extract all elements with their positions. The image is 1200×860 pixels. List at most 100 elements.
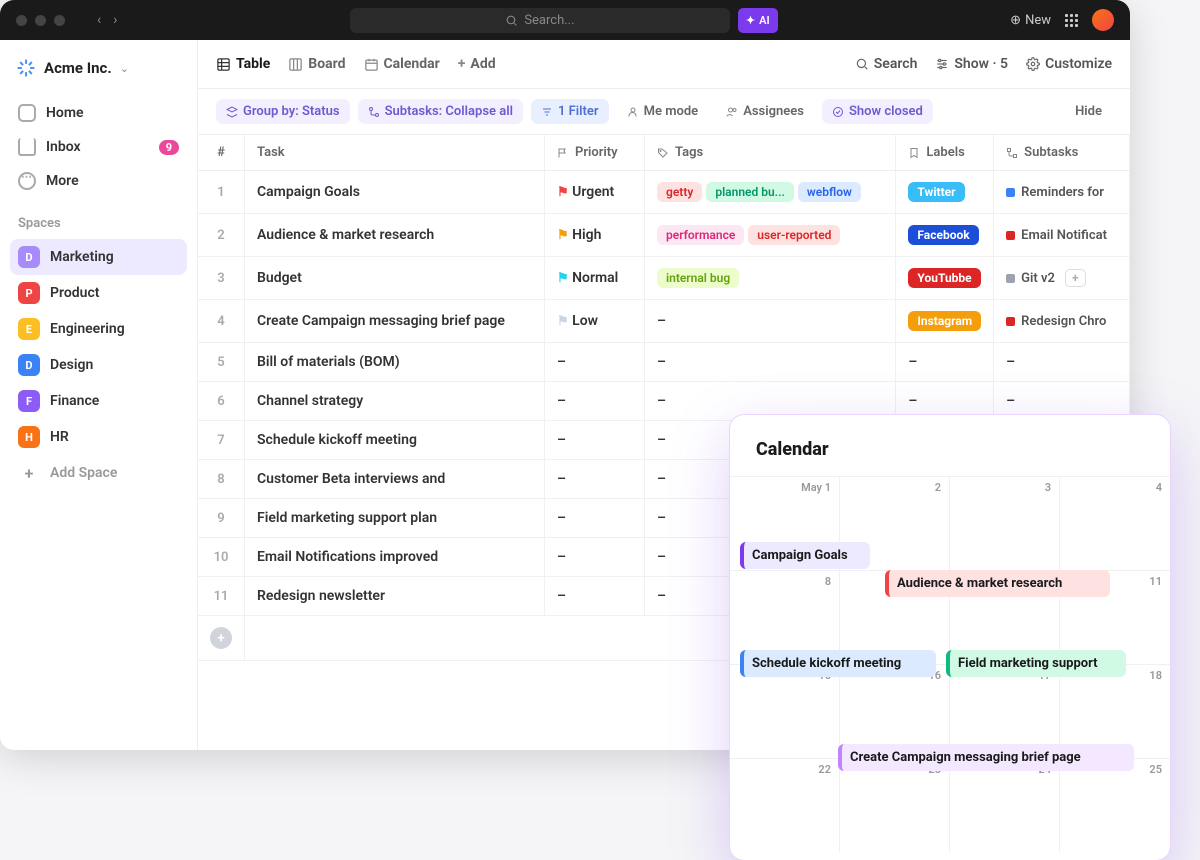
priority-cell[interactable]: ⚑ High <box>545 214 645 257</box>
label-pill[interactable]: Facebook <box>908 225 978 245</box>
calendar-event[interactable]: Audience & market research <box>885 570 1110 597</box>
task-name[interactable]: Customer Beta interviews and <box>245 460 545 499</box>
subtask-entry[interactable]: Email Notificat <box>1006 228 1117 243</box>
forward-button[interactable]: › <box>113 12 117 28</box>
calendar-cell[interactable]: 25 <box>1060 758 1170 852</box>
add-view-button[interactable]: + Add <box>458 52 496 76</box>
calendar-cell[interactable]: 22 <box>730 758 840 852</box>
tag-pill[interactable]: internal bug <box>657 268 739 288</box>
apps-grid-icon[interactable] <box>1065 14 1078 27</box>
toolbar-search[interactable]: Search <box>855 56 918 72</box>
filter-hide[interactable]: Hide <box>1065 99 1112 124</box>
calendar-event[interactable]: Create Campaign messaging brief page <box>838 744 1134 771</box>
space-item-engineering[interactable]: EEngineering <box>10 311 187 347</box>
subtasks-cell[interactable]: Redesign Chro <box>994 300 1130 343</box>
priority-cell[interactable]: ⚑ Normal <box>545 257 645 300</box>
filter-count[interactable]: 1 Filter <box>531 99 609 124</box>
task-row[interactable]: 3 Budget ⚑ Normal internal bug YouTubbe … <box>198 257 1130 300</box>
subtask-entry[interactable]: Reminders for <box>1006 185 1117 200</box>
col-task[interactable]: Task <box>245 135 545 171</box>
minimize-dot[interactable] <box>35 15 46 26</box>
view-tab-table[interactable]: Table <box>216 52 270 76</box>
ai-button[interactable]: ✦ AI <box>738 8 778 33</box>
task-name[interactable]: Bill of materials (BOM) <box>245 343 545 382</box>
calendar-event[interactable]: Schedule kickoff meeting <box>740 650 936 677</box>
subtask-entry[interactable]: Redesign Chro <box>1006 314 1117 329</box>
tag-pill[interactable]: webflow <box>798 182 861 202</box>
task-name[interactable]: Email Notifications improved <box>245 538 545 577</box>
tags-cell[interactable]: performanceuser-reported <box>645 214 896 257</box>
priority-cell[interactable]: – <box>545 382 645 421</box>
calendar-cell[interactable]: 4 <box>1060 476 1170 570</box>
new-button[interactable]: ⊕ New <box>1010 13 1051 28</box>
space-item-marketing[interactable]: DMarketing <box>10 239 187 275</box>
priority-cell[interactable]: – <box>545 421 645 460</box>
label-pill[interactable]: Twitter <box>908 182 964 202</box>
calendar-event[interactable]: Campaign Goals <box>740 542 870 569</box>
space-item-product[interactable]: PProduct <box>10 275 187 311</box>
subtasks-cell[interactable]: Git v2+ <box>994 257 1130 300</box>
tag-pill[interactable]: planned bu... <box>706 182 794 202</box>
subtasks-cell[interactable]: Reminders for <box>994 171 1130 214</box>
tags-cell[interactable]: internal bug <box>645 257 896 300</box>
col-labels[interactable]: Labels <box>896 135 994 171</box>
col-subtasks[interactable]: Subtasks <box>994 135 1130 171</box>
add-task-button[interactable]: + <box>210 627 232 649</box>
back-button[interactable]: ‹ <box>97 12 101 28</box>
toolbar-show[interactable]: Show · 5 <box>935 56 1008 72</box>
avatar[interactable] <box>1092 9 1114 31</box>
labels-cell[interactable]: Facebook <box>896 214 994 257</box>
task-name[interactable]: Field marketing support plan <box>245 499 545 538</box>
subtasks-cell[interactable]: Email Notificat <box>994 214 1130 257</box>
labels-cell[interactable]: Twitter <box>896 171 994 214</box>
priority-cell[interactable]: – <box>545 499 645 538</box>
nav-inbox[interactable]: Inbox 9 <box>10 130 187 164</box>
subtask-entry[interactable]: Git v2+ <box>1006 269 1117 287</box>
view-tab-board[interactable]: Board <box>288 52 345 76</box>
tags-cell[interactable]: – <box>645 300 896 343</box>
filter-me-mode[interactable]: Me mode <box>617 99 709 124</box>
col-num[interactable]: # <box>198 135 245 171</box>
calendar-cell[interactable]: 24 <box>950 758 1060 852</box>
nav-more[interactable]: More <box>10 164 187 198</box>
labels-cell[interactable]: YouTubbe <box>896 257 994 300</box>
space-item-hr[interactable]: HHR <box>10 419 187 455</box>
tags-cell[interactable]: gettyplanned bu...webflow <box>645 171 896 214</box>
priority-cell[interactable]: – <box>545 577 645 616</box>
task-name[interactable]: Audience & market research <box>245 214 545 257</box>
filter-group-by[interactable]: Group by: Status <box>216 99 350 124</box>
workspace-switcher[interactable]: Acme Inc. ⌄ <box>10 54 187 82</box>
toolbar-customize[interactable]: Customize <box>1026 56 1112 72</box>
close-dot[interactable] <box>16 15 27 26</box>
task-name[interactable]: Channel strategy <box>245 382 545 421</box>
space-item-design[interactable]: DDesign <box>10 347 187 383</box>
tag-pill[interactable]: performance <box>657 225 744 245</box>
tag-pill[interactable]: user-reported <box>748 225 840 245</box>
filter-show-closed[interactable]: Show closed <box>822 99 933 124</box>
labels-cell[interactable]: – <box>896 343 994 382</box>
view-tab-calendar[interactable]: Calendar <box>364 52 440 76</box>
tag-pill[interactable]: getty <box>657 182 702 202</box>
task-row[interactable]: 2 Audience & market research ⚑ High perf… <box>198 214 1130 257</box>
task-name[interactable]: Campaign Goals <box>245 171 545 214</box>
col-tags[interactable]: Tags <box>645 135 896 171</box>
space-item-finance[interactable]: FFinance <box>10 383 187 419</box>
task-name[interactable]: Budget <box>245 257 545 300</box>
calendar-cell[interactable]: 23 <box>840 758 950 852</box>
global-search[interactable]: Search... <box>350 8 730 33</box>
maximize-dot[interactable] <box>54 15 65 26</box>
priority-cell[interactable]: – <box>545 460 645 499</box>
task-row[interactable]: 1 Campaign Goals ⚑ Urgent gettyplanned b… <box>198 171 1130 214</box>
add-subtask-icon[interactable]: + <box>1065 269 1086 287</box>
calendar-event[interactable]: Field marketing support <box>946 650 1126 677</box>
priority-cell[interactable]: ⚑ Low <box>545 300 645 343</box>
priority-cell[interactable]: – <box>545 538 645 577</box>
label-pill[interactable]: Instagram <box>908 311 981 331</box>
tags-cell[interactable]: – <box>645 343 896 382</box>
task-name[interactable]: Create Campaign messaging brief page <box>245 300 545 343</box>
filter-subtasks[interactable]: Subtasks: Collapse all <box>358 99 523 124</box>
filter-assignees[interactable]: Assignees <box>716 99 814 124</box>
calendar-cell[interactable]: 15 <box>730 664 840 758</box>
subtasks-cell[interactable]: – <box>994 343 1130 382</box>
priority-cell[interactable]: – <box>545 343 645 382</box>
